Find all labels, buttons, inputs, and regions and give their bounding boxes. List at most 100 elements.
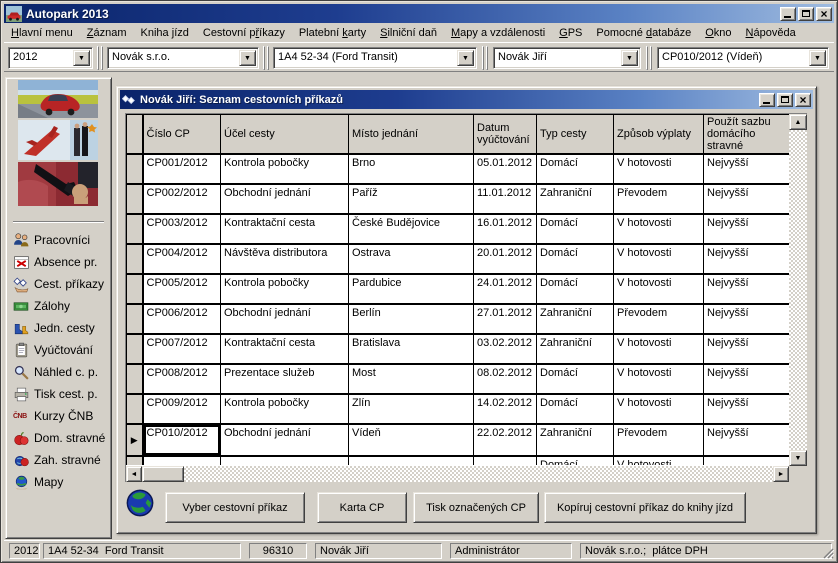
menu-kniha-jizd[interactable]: Kniha jízd (134, 25, 196, 41)
row-selector[interactable] (127, 304, 143, 334)
row-selector[interactable] (127, 334, 143, 364)
row-selector[interactable] (127, 214, 143, 244)
cell[interactable]: 14.02.2012 (474, 394, 537, 424)
cell[interactable]: Zahraniční (537, 334, 614, 364)
minimize-button[interactable] (759, 93, 775, 107)
sidebar-item-zah-stravne[interactable]: Zah. stravné (13, 449, 109, 471)
cell[interactable]: CP008/2012 (143, 364, 221, 394)
cell[interactable]: Kontrola pobočky (221, 274, 349, 304)
cell[interactable]: 24.01.2012 (474, 274, 537, 304)
cell[interactable]: Návštěva distributora (221, 244, 349, 274)
sidebar-item-tisk-cest-p[interactable]: Tisk cest. p. (13, 383, 109, 405)
cell[interactable] (349, 456, 474, 465)
menu-pomocne-databaze[interactable]: Pomocné databáze (589, 25, 698, 41)
row-selector[interactable]: ▶ (127, 424, 143, 456)
cell[interactable]: CP006/2012 (143, 304, 221, 334)
cell[interactable]: 05.01.2012 (474, 154, 537, 184)
sidebar-item-dom-stravne[interactable]: Dom. stravné (13, 427, 109, 449)
cell[interactable]: Domácí (537, 154, 614, 184)
vehicle-combobox[interactable]: 1A4 52-34 (Ford Transit) ▼ (273, 47, 477, 69)
cell[interactable]: Pardubice (349, 274, 474, 304)
cell[interactable]: CP001/2012 (143, 154, 221, 184)
cell[interactable]: Domácí (537, 394, 614, 424)
cell[interactable]: Převodem (614, 184, 704, 214)
chevron-down-icon[interactable]: ▼ (239, 50, 256, 66)
trip-card-button[interactable]: Karta CP (317, 492, 407, 523)
maximize-button[interactable] (798, 7, 814, 21)
row-selector[interactable] (127, 456, 143, 465)
cell[interactable]: Nejvyšší (704, 394, 790, 424)
column-header[interactable]: Datum vyúčtování (474, 115, 537, 155)
cell[interactable]: 08.02.2012 (474, 364, 537, 394)
cell[interactable]: Zahraniční (537, 304, 614, 334)
cell[interactable]: Brno (349, 154, 474, 184)
cell[interactable]: Obchodní jednání (221, 184, 349, 214)
cell[interactable]: Zahraniční (537, 184, 614, 214)
resize-grip[interactable] (822, 547, 834, 559)
cell-focused[interactable]: CP010/2012 (143, 424, 221, 456)
menu-okno[interactable]: Okno (698, 25, 738, 41)
chevron-down-icon[interactable]: ▼ (809, 50, 826, 66)
sidebar-item-kurzy-cnb[interactable]: ČNB Kurzy ČNB (13, 405, 109, 427)
chevron-down-icon[interactable]: ▼ (73, 50, 90, 66)
cell[interactable]: Domácí (537, 274, 614, 304)
cell[interactable]: Kontraktační cesta (221, 214, 349, 244)
menu-gps[interactable]: GPS (552, 25, 589, 41)
cell[interactable]: V hotovosti (614, 364, 704, 394)
cell[interactable]: Vídeň (349, 424, 474, 456)
cell[interactable]: 03.02.2012 (474, 334, 537, 364)
cell[interactable]: Nejvyšší (704, 184, 790, 214)
cell[interactable]: Ostrava (349, 244, 474, 274)
column-header[interactable]: Použít sazbu domácího stravné (704, 115, 790, 155)
row-selector[interactable] (127, 364, 143, 394)
row-selector[interactable] (127, 394, 143, 424)
cell[interactable]: Nejvyšší (704, 364, 790, 394)
cell[interactable]: Nejvyšší (704, 244, 790, 274)
close-button[interactable]: × (795, 93, 811, 107)
cell[interactable]: V hotovosti (614, 244, 704, 274)
print-marked-button[interactable]: Tisk označených CP (413, 492, 539, 523)
column-header[interactable]: Typ cesty (537, 115, 614, 155)
cell[interactable]: Most (349, 364, 474, 394)
cell[interactable]: Nejvyšší (704, 274, 790, 304)
menu-mapy-a-vzdalenosti[interactable]: Mapy a vzdálenosti (444, 25, 552, 41)
cell[interactable]: Kontraktační cesta (221, 334, 349, 364)
cell[interactable]: CP003/2012 (143, 214, 221, 244)
sidebar-item-cest-prikazy[interactable]: Cest. příkazy (13, 273, 109, 295)
cell[interactable]: V hotovosti (614, 214, 704, 244)
cell[interactable]: Nejvyšší (704, 214, 790, 244)
sidebar-item-nahled-cp[interactable]: Náhled c. p. (13, 361, 109, 383)
column-header[interactable]: Způsob výplaty (614, 115, 704, 155)
scroll-up-button[interactable]: ▲ (789, 114, 807, 130)
sidebar-item-zalohy[interactable]: Zálohy (13, 295, 109, 317)
cell[interactable]: V hotovosti (614, 154, 704, 184)
cell[interactable]: Prezentace služeb (221, 364, 349, 394)
app-titlebar[interactable]: Autopark 2013 × (4, 4, 834, 23)
cell[interactable]: 20.01.2012 (474, 244, 537, 274)
cell[interactable]: 22.02.2012 (474, 424, 537, 456)
cell[interactable]: Nejvyšší (704, 304, 790, 334)
row-selector[interactable] (127, 184, 143, 214)
company-combobox[interactable]: Novák s.r.o. ▼ (107, 47, 259, 69)
menu-napoveda[interactable]: Nápověda (739, 25, 803, 41)
menu-silnicni-dan[interactable]: Silniční daň (373, 25, 444, 41)
maximize-button[interactable] (777, 93, 793, 107)
column-header[interactable]: Místo jednání (349, 115, 474, 155)
cell[interactable]: Převodem (614, 304, 704, 334)
sidebar-item-absence[interactable]: Absence pr. (13, 251, 109, 273)
cell[interactable]: V hotovosti (614, 334, 704, 364)
copy-to-logbook-button[interactable]: Kopíruj cestovní příkaz do knihy jízd (544, 492, 746, 523)
cell[interactable]: Domácí (537, 244, 614, 274)
cell[interactable]: Kontrola pobočky (221, 394, 349, 424)
horizontal-scrollbar[interactable]: ◄ ► (126, 466, 789, 482)
cell[interactable]: 27.01.2012 (474, 304, 537, 334)
cell[interactable]: CP009/2012 (143, 394, 221, 424)
cell[interactable]: Berlín (349, 304, 474, 334)
cell[interactable]: Domácí (537, 456, 614, 465)
cell[interactable] (704, 456, 790, 465)
minimize-button[interactable] (780, 7, 796, 21)
cell[interactable]: CP004/2012 (143, 244, 221, 274)
sidebar-item-pracovnici[interactable]: Pracovníci (13, 229, 109, 251)
year-combobox[interactable]: 2012 ▼ (8, 47, 93, 69)
cell[interactable]: Převodem (614, 424, 704, 456)
